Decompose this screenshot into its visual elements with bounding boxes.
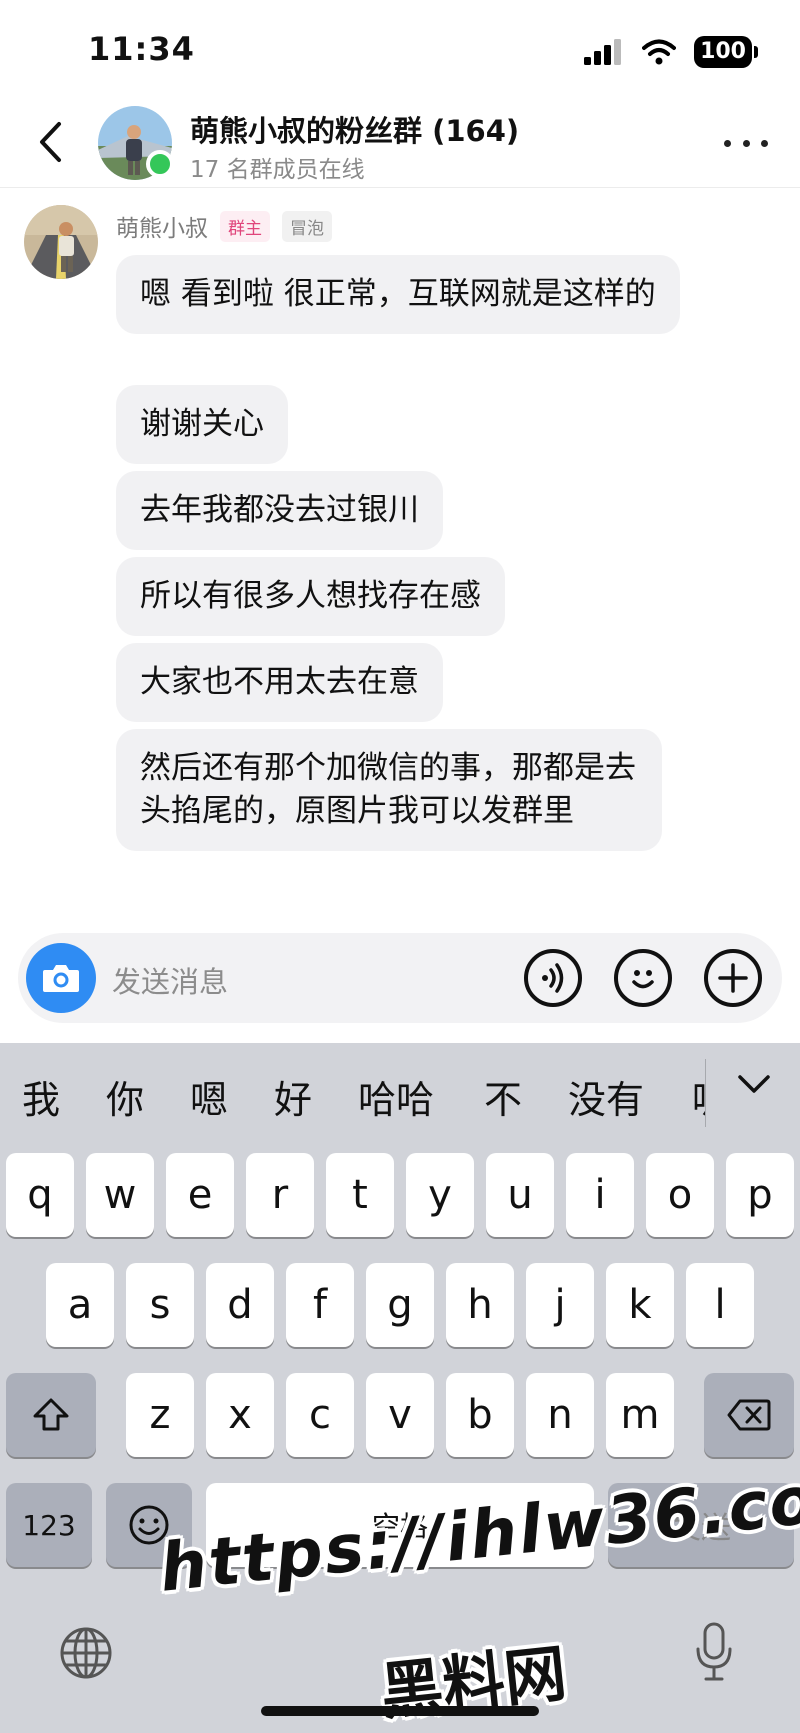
plus-icon <box>718 963 748 993</box>
key-i[interactable]: i <box>566 1153 634 1237</box>
dot <box>761 139 768 147</box>
chevron-left-icon <box>40 122 61 162</box>
key-p[interactable]: p <box>726 1153 794 1237</box>
group-owner-badge: 群主 <box>220 210 270 242</box>
online-status-dot <box>146 150 174 178</box>
key-k[interactable]: k <box>606 1263 674 1347</box>
key-t[interactable]: t <box>326 1153 394 1237</box>
candidate-word[interactable]: 我 <box>22 1069 60 1124</box>
key-r[interactable]: r <box>246 1153 314 1237</box>
active-badge: 冒泡 <box>282 210 332 242</box>
status-bar: 11:34 100 <box>0 0 800 100</box>
key-m[interactable]: m <box>606 1373 674 1457</box>
candidate-word[interactable]: 你 <box>106 1069 144 1124</box>
message-bubble[interactable]: 嗯 看到啦 很正常，互联网就是这样的 <box>116 255 680 334</box>
message-bubble[interactable]: 去年我都没去过银川 <box>116 471 443 550</box>
key-x[interactable]: x <box>206 1373 274 1457</box>
key-a[interactable]: a <box>46 1263 114 1347</box>
key-u[interactable]: u <box>486 1153 554 1237</box>
globe-icon[interactable] <box>58 1625 114 1681</box>
key-o[interactable]: o <box>646 1153 714 1237</box>
message-bubble[interactable]: 谢谢关心 <box>116 385 288 464</box>
candidate-word[interactable]: 不 <box>484 1069 522 1124</box>
message-list[interactable]: 萌熊小叔 群主 冒泡 嗯 看到啦 很正常，互联网就是这样的 谢谢关心 去年我都没… <box>0 189 800 924</box>
key-d[interactable]: d <box>206 1263 274 1347</box>
more-options-button[interactable] <box>724 128 768 158</box>
wifi-icon <box>642 39 677 65</box>
candidate-word[interactable]: 呢 <box>692 1069 706 1124</box>
battery-indicator: 100 <box>694 36 758 68</box>
status-icons: 100 <box>584 36 758 68</box>
candidate-word[interactable]: 好 <box>274 1069 312 1124</box>
backspace-icon <box>727 1399 771 1431</box>
candidate-word[interactable]: 没有 <box>568 1069 644 1124</box>
key-z[interactable]: z <box>126 1373 194 1457</box>
shift-arrow-icon <box>33 1398 69 1431</box>
candidate-word[interactable]: 嗯 <box>190 1069 228 1124</box>
key-w[interactable]: w <box>86 1153 154 1237</box>
microphone-icon[interactable] <box>694 1621 734 1683</box>
message-input-bar: 发送消息 <box>18 933 782 1023</box>
candidate-divider <box>705 1059 706 1127</box>
candidate-bar: 我 你 嗯 好 哈哈 不 没有 呢 <box>0 1043 800 1143</box>
avatar-photo-icon <box>24 205 98 279</box>
voice-button[interactable] <box>524 949 582 1007</box>
key-n[interactable]: n <box>526 1373 594 1457</box>
message-bubble[interactable]: 大家也不用太去在意 <box>116 643 443 722</box>
key-e[interactable]: e <box>166 1153 234 1237</box>
backspace-key[interactable] <box>704 1373 794 1457</box>
sender-name[interactable]: 萌熊小叔 <box>116 209 208 243</box>
more-actions-button[interactable] <box>704 949 762 1007</box>
home-indicator[interactable] <box>261 1706 539 1716</box>
message-input[interactable]: 发送消息 <box>112 959 228 1001</box>
shift-key[interactable] <box>6 1373 96 1457</box>
key-j[interactable]: j <box>526 1263 594 1347</box>
key-b[interactable]: b <box>446 1373 514 1457</box>
back-button[interactable] <box>28 116 72 168</box>
key-q[interactable]: q <box>6 1153 74 1237</box>
key-s[interactable]: s <box>126 1263 194 1347</box>
voice-wave-icon <box>542 963 564 993</box>
chevron-down-icon[interactable] <box>736 1073 772 1097</box>
dot <box>742 139 750 147</box>
key-v[interactable]: v <box>366 1373 434 1457</box>
status-time: 11:34 <box>88 30 195 68</box>
camera-button[interactable] <box>26 943 96 1013</box>
key-f[interactable]: f <box>286 1263 354 1347</box>
dot <box>724 139 731 147</box>
message-bubble[interactable]: 然后还有那个加微信的事，那都是去头掐尾的，原图片我可以发群里 <box>116 729 662 851</box>
candidate-word[interactable]: 哈哈 <box>358 1069 434 1124</box>
numbers-key[interactable]: 123 <box>6 1483 92 1567</box>
group-title[interactable]: 萌熊小叔的粉丝群 (164) <box>190 108 519 150</box>
signal-icon <box>584 39 622 65</box>
sender-info: 萌熊小叔 群主 冒泡 <box>116 209 332 243</box>
smiley-icon <box>632 970 654 989</box>
keyboard: 我 你 嗯 好 哈哈 不 没有 呢 q w e r t y u i o p a … <box>0 1043 800 1733</box>
emoji-button[interactable] <box>614 949 672 1007</box>
camera-icon <box>43 965 79 992</box>
key-h[interactable]: h <box>446 1263 514 1347</box>
key-l[interactable]: l <box>686 1263 754 1347</box>
key-g[interactable]: g <box>366 1263 434 1347</box>
key-c[interactable]: c <box>286 1373 354 1457</box>
message-bubble[interactable]: 所以有很多人想找存在感 <box>116 557 505 636</box>
chat-header: 萌熊小叔的粉丝群 (164) 17 名群成员在线 <box>0 100 800 188</box>
online-member-count: 17 名群成员在线 <box>190 157 365 183</box>
key-y[interactable]: y <box>406 1153 474 1237</box>
sender-avatar[interactable] <box>24 205 98 279</box>
